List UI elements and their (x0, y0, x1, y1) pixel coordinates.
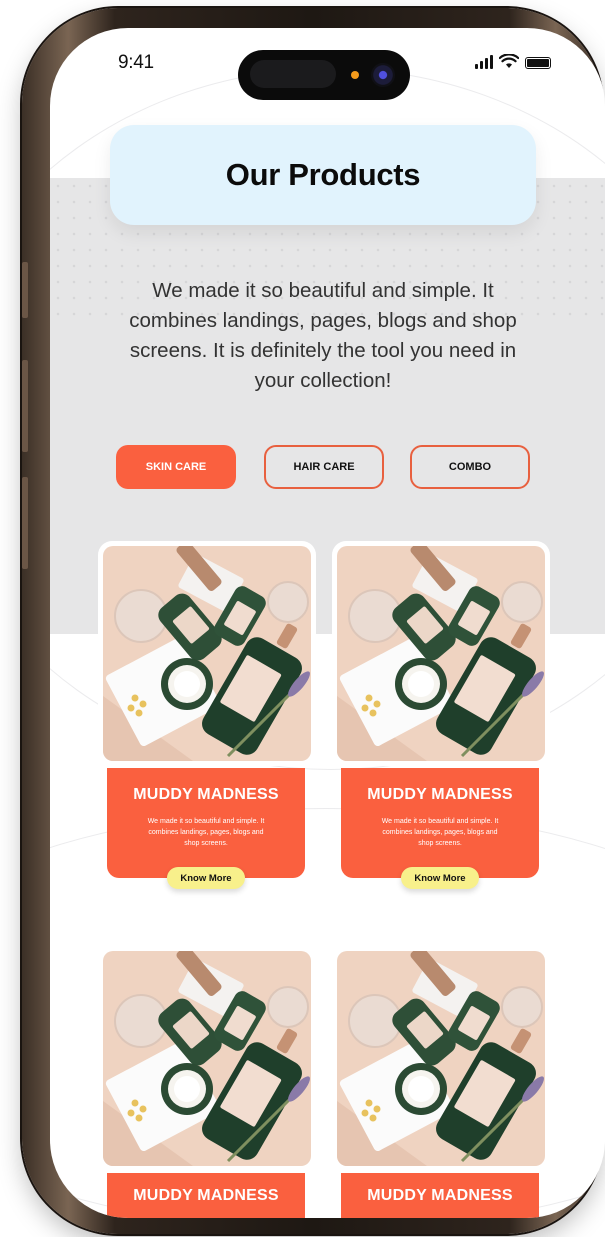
know-more-button[interactable]: Know More (167, 867, 245, 889)
product-name: MUDDY MADNESS (367, 786, 513, 803)
product-image (98, 946, 316, 1171)
know-more-button[interactable]: Know More (401, 867, 479, 889)
volume-up-button (22, 360, 28, 452)
page-title: Our Products (225, 157, 421, 192)
product-description: We made it so beautiful and simple. It c… (147, 818, 265, 847)
product-info: MUDDY MADNESS We made it so beautiful an… (107, 768, 305, 889)
product-name: MUDDY MADNESS (133, 1187, 279, 1204)
title-card: Our Products (110, 125, 536, 225)
battery-icon (525, 57, 551, 69)
volume-down-button (22, 477, 28, 569)
action-button (22, 262, 28, 318)
camera-icon (371, 63, 395, 87)
signal-icon (475, 55, 493, 69)
indicator-dot (351, 71, 359, 79)
dynamic-island (238, 50, 410, 100)
phone-screen: 9:41 Our Products We made it so beautifu… (50, 28, 605, 1218)
product-image (332, 946, 550, 1171)
product-info: MUDDY MADNESS (107, 1173, 305, 1218)
filter-hair-care-button[interactable]: HAIR CARE (264, 445, 384, 489)
filter-combo-button[interactable]: COMBO (410, 445, 530, 489)
product-name: MUDDY MADNESS (133, 786, 279, 803)
wifi-icon (499, 54, 519, 68)
product-name: MUDDY MADNESS (367, 1187, 513, 1204)
product-info: MUDDY MADNESS We made it so beautiful an… (341, 768, 539, 889)
filter-skin-care-button[interactable]: SKIN CARE (116, 445, 236, 489)
product-image (332, 541, 550, 766)
product-info: MUDDY MADNESS (341, 1173, 539, 1218)
product-description: We made it so beautiful and simple. It c… (381, 818, 499, 847)
status-time: 9:41 (118, 52, 154, 73)
status-bar: 9:41 (50, 28, 605, 100)
intro-text: We made it so beautiful and simple. It c… (129, 279, 517, 392)
product-image (98, 541, 316, 766)
